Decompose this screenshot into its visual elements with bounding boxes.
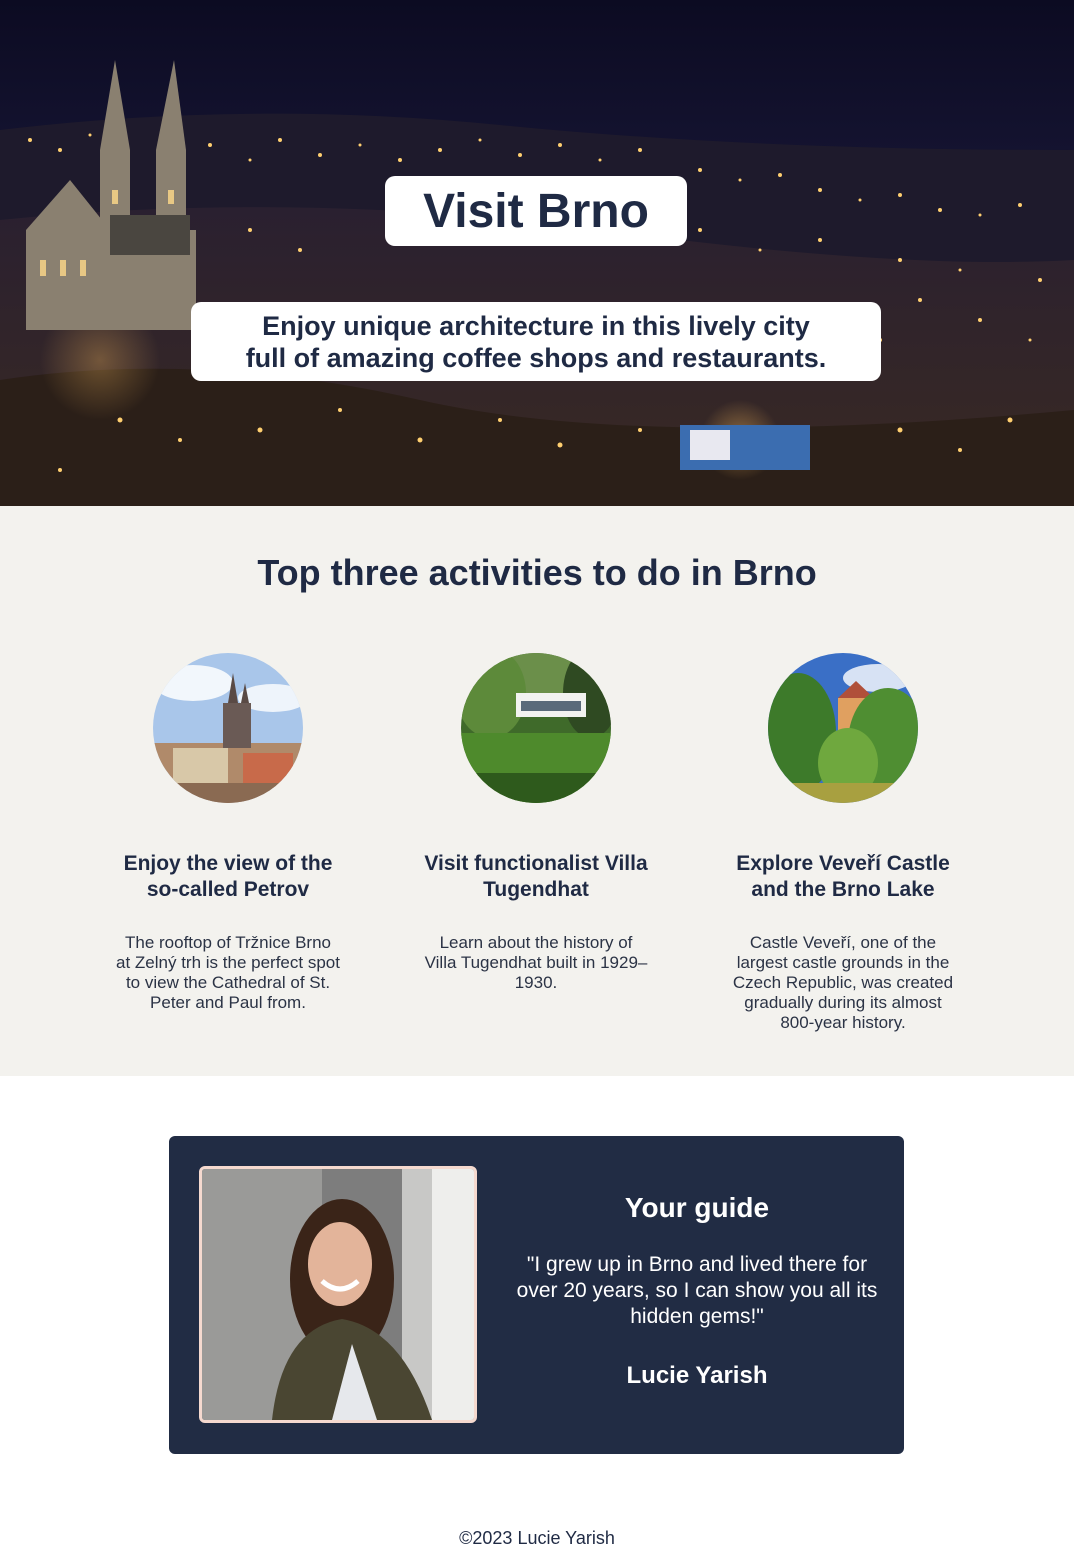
guide-name: Lucie Yarish (626, 1362, 768, 1389)
guide-card: Your guide "I grew up in Brno and lived … (169, 1136, 904, 1454)
guide-photo (199, 1166, 477, 1423)
hero-title: Visit Brno (423, 184, 649, 238)
hero-subtitle-card: Enjoy unique architecture in this lively… (191, 302, 881, 381)
guide-title: Your guide (624, 1192, 770, 1223)
footer-copyright: ©2023 Lucie Yarish (459, 1528, 615, 1548)
hero-subtitle: Enjoy unique architecture in this lively… (245, 310, 827, 373)
activity-card-veveri-castle: Explore Veveří Castle and the Brno Lake … (723, 653, 963, 1033)
petrov-cathedral-image (153, 653, 303, 803)
villa-tugendhat-image (461, 653, 611, 803)
guide-text: Your guide "I grew up in Brno and lived … (509, 1192, 885, 1390)
hero-section: Visit Brno Enjoy unique architecture in … (0, 0, 1074, 506)
hero-night-city-image (0, 0, 1074, 506)
activity-description: The rooftop of Tržnice Brno at Zelný trh… (116, 933, 340, 1012)
activities-heading: Top three activities to do in Brno (257, 552, 817, 593)
activity-card-villa-tugendhat: Visit functionalist Villa Tugendhat Lear… (416, 653, 656, 993)
guide-quote: "I grew up in Brno and lived there for o… (516, 1253, 878, 1328)
activity-title: Enjoy the view of the so-called Petrov (123, 852, 333, 901)
activity-title: Explore Veveří Castle and the Brno Lake (736, 852, 950, 901)
footer: ©2023 Lucie Yarish (0, 1528, 1074, 1549)
activity-title: Visit functionalist Villa Tugendhat (424, 852, 648, 901)
activities-section: Top three activities to do in Brno Enjoy… (0, 506, 1074, 1076)
veveri-castle-image (768, 653, 918, 803)
activity-card-petrov: Enjoy the view of the so-called Petrov T… (108, 653, 348, 1013)
activity-description: Learn about the history of Villa Tugendh… (424, 933, 648, 992)
activity-description: Castle Veveří, one of the largest castle… (732, 933, 954, 1032)
hero-title-card: Visit Brno (385, 176, 687, 246)
